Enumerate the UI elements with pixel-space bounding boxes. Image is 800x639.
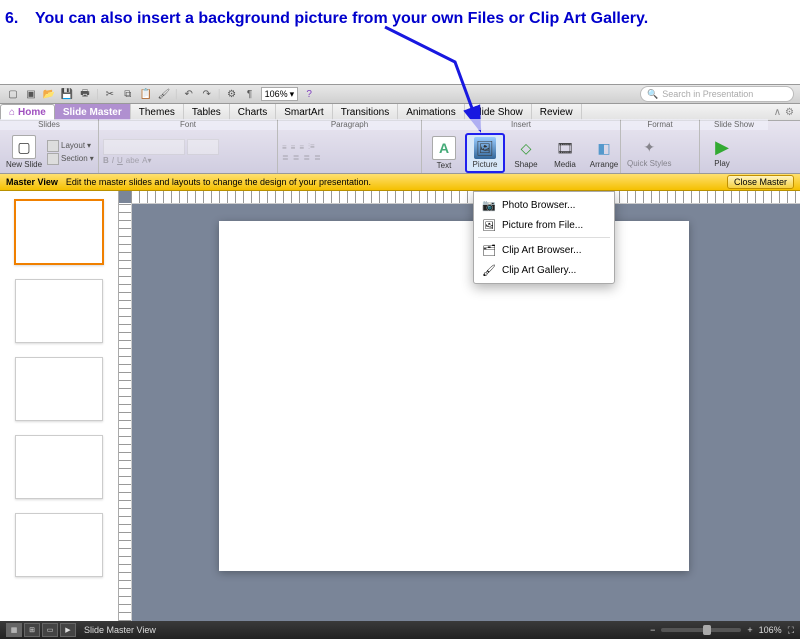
picture-from-file-item[interactable]: 🖼Picture from File...	[474, 215, 614, 235]
clip-art-browser-item[interactable]: 🗂Clip Art Browser...	[474, 240, 614, 260]
clip-art-gallery-item[interactable]: 🖌Clip Art Gallery...	[474, 260, 614, 280]
canvas-area: 📷Photo Browser... 🖼Picture from File... …	[119, 191, 800, 621]
normal-view-button[interactable]: ▦	[6, 623, 22, 637]
ribbon-group-slides: Slides ▢New Slide Layout▾ Section▾	[0, 121, 99, 173]
workspace: 📷Photo Browser... 🖼Picture from File... …	[0, 191, 800, 621]
zoom-in-icon[interactable]: +	[747, 625, 752, 635]
picture-button[interactable]: 🖼Picture	[465, 133, 505, 173]
layout-section-stack: Layout▾ Section▾	[47, 140, 94, 165]
quick-styles-button[interactable]: ✦Quick Styles	[625, 134, 673, 170]
app-window: ▢ ▣ 📂 💾 🖶 | ✂ ⧉ 📋 🖌 | ↶ ↷ | ⚙ ¶ 106%▾ ? …	[0, 84, 800, 639]
slide-canvas[interactable]	[219, 221, 689, 571]
zoom-value[interactable]: 106%	[759, 625, 782, 635]
ribbon: Slides ▢New Slide Layout▾ Section▾ Font …	[0, 121, 800, 174]
photo-browser-item[interactable]: 📷Photo Browser...	[474, 195, 614, 215]
status-view-label: Slide Master View	[84, 625, 156, 635]
zoom-slider-thumb[interactable]	[703, 625, 711, 635]
dropdown-separator	[478, 237, 610, 238]
thumbnail-1[interactable]	[14, 199, 104, 265]
master-view-label: Master View	[6, 177, 58, 187]
new-slide-button[interactable]: ▢New Slide	[4, 133, 44, 171]
arrange-button[interactable]: ◧Arrange	[586, 135, 622, 171]
fit-icon[interactable]: ⛶	[788, 625, 794, 636]
thumbnail-2[interactable]	[15, 279, 103, 343]
picture-file-icon: 🖼	[482, 218, 496, 232]
slideshow-view-button[interactable]: ▶	[60, 623, 76, 637]
view-buttons: ▦ ⊞ ▭ ▶	[6, 623, 76, 637]
play-button[interactable]: ▶Play	[704, 134, 740, 170]
zoom-controls: − + 106% ⛶	[650, 625, 794, 636]
horizontal-ruler	[131, 191, 800, 204]
shape-button[interactable]: ◇Shape	[508, 135, 544, 171]
status-bar: ▦ ⊞ ▭ ▶ Slide Master View − + 106% ⛶	[0, 621, 800, 639]
ribbon-group-slideshow: Slide Show ▶Play	[700, 121, 768, 173]
reading-view-button[interactable]: ▭	[42, 623, 58, 637]
layout-button[interactable]: Layout▾	[47, 140, 94, 152]
arrow-area	[0, 32, 800, 84]
sorter-view-button[interactable]: ⊞	[24, 623, 40, 637]
thumbnail-3[interactable]	[15, 357, 103, 421]
section-button[interactable]: Section▾	[47, 153, 94, 165]
picture-dropdown: 📷Photo Browser... 🖼Picture from File... …	[473, 191, 615, 284]
master-view-hint: Edit the master slides and layouts to ch…	[66, 177, 371, 187]
close-master-button[interactable]: Close Master	[727, 175, 794, 189]
zoom-slider[interactable]	[661, 628, 741, 632]
vertical-ruler	[119, 203, 132, 621]
ribbon-group-paragraph: Paragraph ≡≡≡⫶≡ ≣≣≣≣	[278, 121, 422, 173]
master-view-bar: Master View Edit the master slides and l…	[0, 174, 800, 191]
slide-thumbnails-panel[interactable]	[0, 191, 119, 621]
thumbnail-4[interactable]	[15, 435, 103, 499]
thumbnail-5[interactable]	[15, 513, 103, 577]
ribbon-group-font: Font BIUabeA▾	[99, 121, 278, 173]
photo-browser-icon: 📷	[482, 198, 496, 212]
clip-art-gallery-icon: 🖌	[482, 263, 496, 277]
text-button[interactable]: AText	[426, 134, 462, 172]
clip-art-browser-icon: 🗂	[482, 243, 496, 257]
zoom-out-icon[interactable]: −	[650, 625, 655, 635]
ribbon-group-format: Format ✦Quick Styles	[621, 121, 700, 173]
media-button[interactable]: 🎞Media	[547, 135, 583, 171]
ribbon-group-insert: Insert AText 🖼Picture ◇Shape 🎞Media ◧Arr…	[422, 121, 621, 173]
